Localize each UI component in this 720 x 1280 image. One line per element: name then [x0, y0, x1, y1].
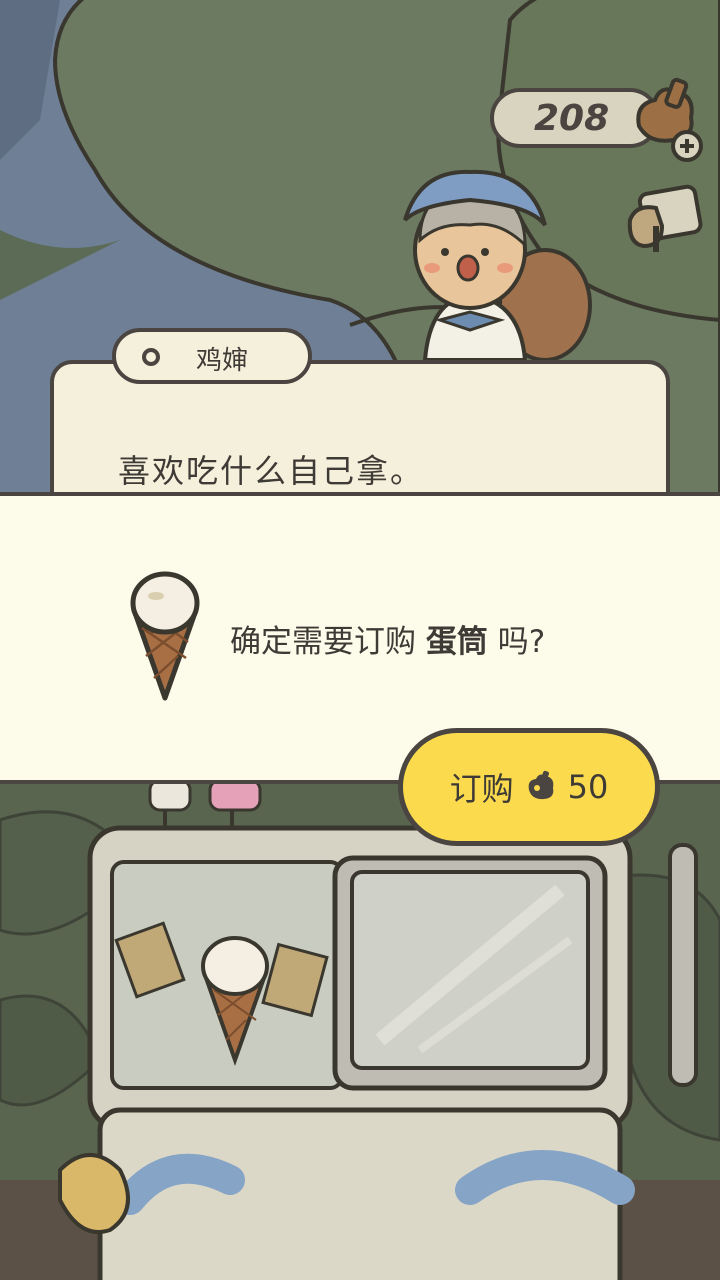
item-icon[interactable] — [622, 182, 704, 262]
clover-coin-icon[interactable] — [625, 74, 705, 164]
order-price: 50 — [567, 768, 609, 806]
speaker-name: 鸡婶 — [196, 346, 249, 376]
clover-coin-icon — [528, 770, 554, 800]
confirm-suffix: 吗? — [487, 624, 546, 660]
speaker-name-tag: 鸡婶 — [112, 328, 312, 384]
order-button[interactable]: 订购 50 — [398, 728, 660, 846]
dialog-text: 喜欢吃什么自己拿。 — [118, 452, 425, 490]
speaker-dot-icon — [142, 348, 160, 366]
ice-cream-cone-icon — [128, 570, 202, 705]
confirm-item-name: 蛋筒 — [425, 624, 488, 660]
order-button-label: 订购 — [449, 770, 514, 808]
currency-amount: 208 — [534, 97, 610, 139]
confirm-question: 确定需要订购 蛋筒 吗? — [230, 616, 545, 661]
confirm-prefix: 确定需要订购 — [230, 624, 426, 660]
